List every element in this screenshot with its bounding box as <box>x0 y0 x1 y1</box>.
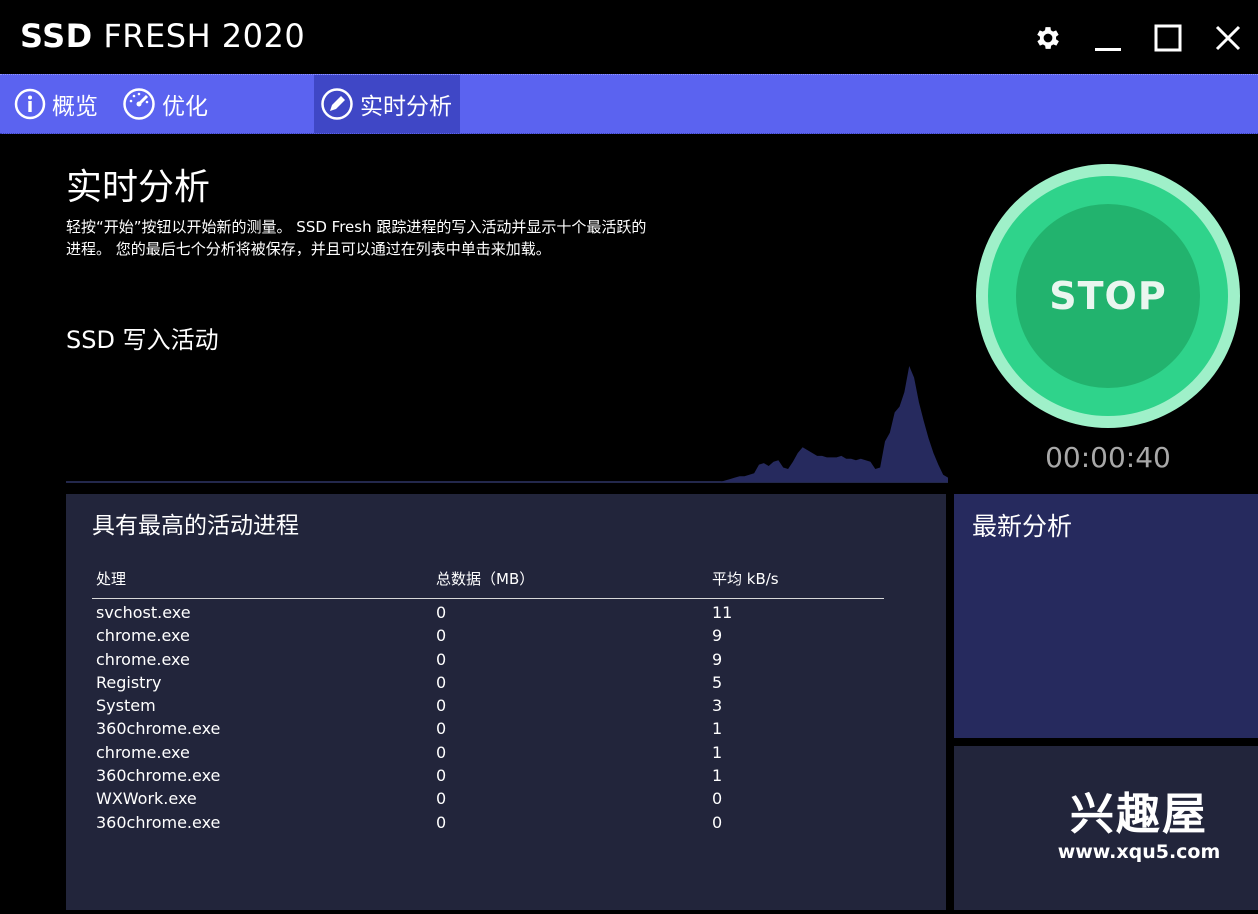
table-row[interactable]: chrome.exe 0 1 <box>92 741 884 764</box>
minimize-icon <box>1095 48 1121 51</box>
table-row[interactable]: WXWork.exe 0 0 <box>92 787 884 810</box>
table-header: 处理 总数据（MB） 平均 kB/s <box>92 568 884 599</box>
page-description: 轻按“开始”按钮以开始新的测量。 SSD Fresh 跟踪进程的写入活动并显示十… <box>66 218 647 258</box>
table-row[interactable]: 360chrome.exe 0 1 <box>92 717 884 740</box>
chart-area <box>66 366 948 482</box>
process-table: 处理 总数据（MB） 平均 kB/s svchost.exe 0 11 chrome.… <box>92 568 884 834</box>
cell-process: 360chrome.exe <box>96 719 221 739</box>
tab-realtime-analysis-label: 实时分析 <box>360 94 452 120</box>
nav-bar: 概览 优化 实时分析 <box>0 74 1258 134</box>
cell-avg-rate: 1 <box>712 766 723 786</box>
cell-process: Registry <box>96 672 162 692</box>
cell-total-data: 0 <box>436 672 447 692</box>
cell-avg-rate: 11 <box>712 603 733 622</box>
table-row[interactable]: System 0 3 <box>92 694 884 717</box>
cell-process: System <box>96 696 156 716</box>
tab-optimize-label: 优化 <box>162 94 208 120</box>
cell-avg-rate: 5 <box>712 672 723 692</box>
info-icon <box>14 88 46 120</box>
gear-icon <box>1037 27 1059 49</box>
stop-button[interactable]: STOP <box>976 164 1240 428</box>
cell-process: chrome.exe <box>96 649 190 669</box>
cell-avg-rate: 0 <box>712 789 723 809</box>
tab-overview[interactable]: 概览 <box>14 75 98 133</box>
close-icon <box>1215 25 1241 51</box>
cell-avg-rate: 1 <box>712 719 723 739</box>
title-bar: SSD FRESH 2020 <box>0 0 1258 74</box>
stop-button-wrap: STOP <box>976 164 1240 428</box>
settings-button[interactable] <box>1028 18 1068 58</box>
table-row[interactable]: 360chrome.exe 0 0 <box>92 811 884 834</box>
cell-avg-rate: 0 <box>712 812 723 832</box>
page-title: 实时分析 <box>66 167 211 208</box>
recent-analysis-panel[interactable]: 最新分析 <box>954 494 1258 738</box>
table-row[interactable]: svchost.exe 0 11 <box>92 601 884 624</box>
cell-total-data: 0 <box>436 812 447 832</box>
watermark-main: 兴趣屋 <box>1070 789 1208 840</box>
table-row[interactable]: Registry 0 5 <box>92 671 884 694</box>
cell-avg-rate: 1 <box>712 742 723 762</box>
cell-process: 360chrome.exe <box>96 766 221 786</box>
speedometer-icon <box>122 87 156 121</box>
write-activity-chart <box>66 366 948 483</box>
cell-total-data: 0 <box>436 742 447 762</box>
process-panel-title: 具有最高的活动进程 <box>92 513 299 539</box>
header-process[interactable]: 处理 <box>96 568 126 589</box>
cell-process: chrome.exe <box>96 626 190 646</box>
cell-process: 360chrome.exe <box>96 812 221 832</box>
elapsed-timer: 00:00:40 <box>1045 441 1171 474</box>
write-activity-title: SSD 写入活动 <box>66 326 219 354</box>
maximize-button[interactable] <box>1148 18 1188 58</box>
tab-optimize[interactable]: 优化 <box>122 75 208 133</box>
cell-process: chrome.exe <box>96 742 190 762</box>
cell-total-data: 0 <box>436 649 447 669</box>
cell-process: WXWork.exe <box>96 789 197 809</box>
process-panel: 具有最高的活动进程 处理 总数据（MB） 平均 kB/s svchost.exe… <box>66 494 946 910</box>
cell-avg-rate: 9 <box>712 649 723 669</box>
table-row[interactable]: 360chrome.exe 0 1 <box>92 764 884 787</box>
pencil-icon <box>320 87 354 121</box>
cell-total-data: 0 <box>436 603 447 622</box>
close-button[interactable] <box>1208 18 1248 58</box>
tab-overview-label: 概览 <box>52 94 98 120</box>
cell-avg-rate: 9 <box>712 626 723 646</box>
cell-total-data: 0 <box>436 719 447 739</box>
cell-total-data: 0 <box>436 789 447 809</box>
app-title: SSD FRESH 2020 <box>20 17 306 55</box>
table-row[interactable]: chrome.exe 0 9 <box>92 648 884 671</box>
cell-total-data: 0 <box>436 696 447 716</box>
cell-process: svchost.exe <box>96 603 191 622</box>
recent-analysis-title: 最新分析 <box>972 512 1073 541</box>
watermark-logo: 兴趣屋 www.xqu5.com <box>1054 790 1224 864</box>
tab-realtime-analysis[interactable]: 实时分析 <box>314 75 460 133</box>
header-total-data[interactable]: 总数据（MB） <box>436 568 534 589</box>
header-avg-rate[interactable]: 平均 kB/s <box>712 568 779 589</box>
watermark-url: www.xqu5.com <box>1057 841 1221 863</box>
cell-avg-rate: 3 <box>712 696 723 716</box>
table-row[interactable]: chrome.exe 0 9 <box>92 624 884 647</box>
minimize-button[interactable] <box>1088 18 1128 58</box>
cell-total-data: 0 <box>436 766 447 786</box>
watermark-panel: 兴趣屋 www.xqu5.com <box>954 746 1258 910</box>
table-body: svchost.exe 0 11 chrome.exe 0 9 chrome.exe 0 9 Re… <box>92 599 884 834</box>
maximize-icon <box>1154 24 1182 52</box>
cell-total-data: 0 <box>436 626 447 646</box>
